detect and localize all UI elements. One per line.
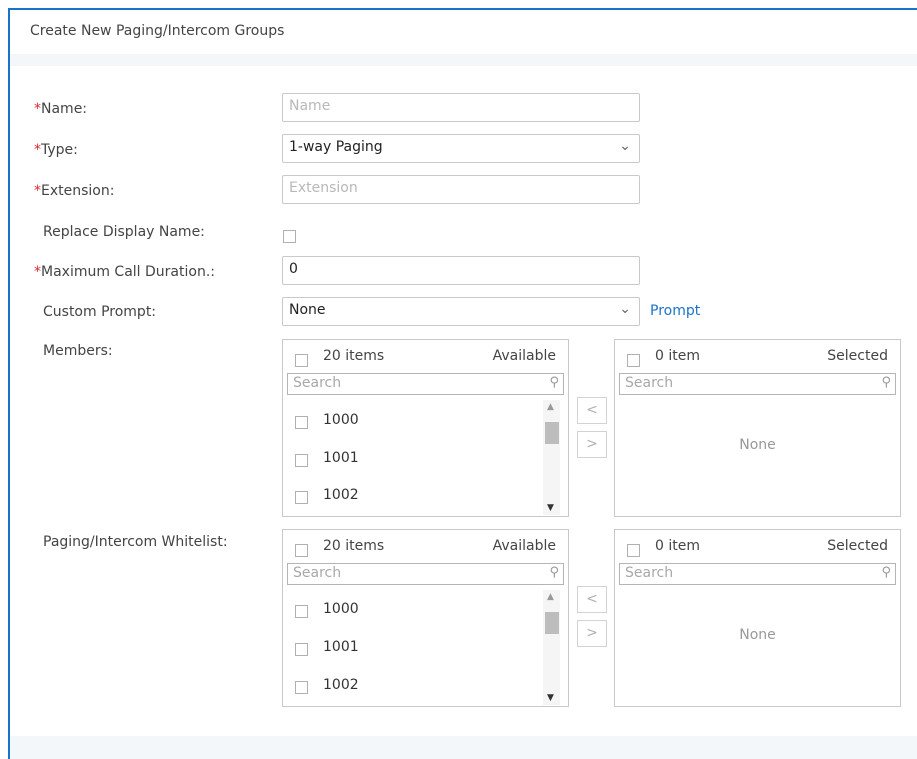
list-item-label: 1000	[323, 412, 359, 428]
whitelist-move-left-button[interactable]: <	[577, 586, 607, 613]
form-panel: *Name: Name *Type: 1-way Paging ⌄ *Exten…	[10, 66, 917, 736]
members-label: Members:	[43, 343, 113, 359]
members-available-title: Available	[492, 348, 556, 364]
whitelist-available-title: Available	[492, 538, 556, 554]
list-item-label: 1001	[323, 450, 359, 466]
whitelist-selected-select-all-checkbox[interactable]	[627, 544, 640, 557]
whitelist-selected-search-input[interactable]: Search ⚲	[619, 563, 896, 585]
custom-prompt-value: None	[289, 302, 326, 318]
required-mark: *	[34, 101, 41, 117]
name-label-text: Name:	[41, 101, 88, 117]
search-placeholder: Search	[293, 375, 342, 391]
replace-display-name-label: Replace Display Name:	[43, 224, 205, 240]
custom-prompt-label: Custom Prompt:	[43, 304, 157, 320]
scroll-down-icon[interactable]: ▼	[547, 503, 554, 513]
required-mark: *	[34, 264, 41, 280]
type-select[interactable]: 1-way Paging ⌄	[282, 134, 640, 163]
type-select-value: 1-way Paging	[289, 139, 383, 155]
extension-label-text: Extension:	[41, 183, 115, 199]
whitelist-available-select-all-checkbox[interactable]	[295, 544, 308, 557]
empty-state: None	[739, 437, 776, 453]
move-right-button[interactable]: >	[577, 431, 607, 458]
page-title: Create New Paging/Intercom Groups	[30, 23, 285, 39]
empty-state: None	[739, 627, 776, 643]
members-available-search-input[interactable]: Search ⚲	[287, 373, 564, 395]
search-icon: ⚲	[549, 375, 559, 390]
scrollbar-thumb[interactable]	[545, 422, 559, 444]
scrollbar[interactable]: ▲ ▼	[543, 590, 560, 705]
search-placeholder: Search	[293, 565, 342, 581]
required-mark: *	[34, 142, 41, 158]
search-icon: ⚲	[881, 375, 891, 390]
required-mark: *	[34, 183, 41, 199]
max-call-duration-input[interactable]: 0	[282, 256, 640, 285]
list-item-label: 1002	[323, 677, 359, 693]
item-checkbox[interactable]	[295, 643, 308, 656]
item-checkbox[interactable]	[295, 454, 308, 467]
replace-display-name-checkbox[interactable]	[283, 230, 296, 243]
chevron-right-icon: >	[586, 436, 598, 452]
chevron-left-icon: <	[586, 402, 598, 418]
search-icon: ⚲	[881, 565, 891, 580]
members-selected-search-input[interactable]: Search ⚲	[619, 373, 896, 395]
whitelist-selected-count: 0 item	[655, 538, 700, 554]
dialog-frame: Create New Paging/Intercom Groups *Name:…	[8, 8, 917, 759]
scroll-up-icon[interactable]: ▲	[547, 402, 554, 412]
dialog-header: Create New Paging/Intercom Groups	[10, 10, 917, 54]
max-call-duration-label: *Maximum Call Duration.:	[34, 264, 215, 280]
prompt-link[interactable]: Prompt	[650, 303, 700, 319]
extension-input[interactable]: Extension	[282, 175, 640, 204]
max-call-duration-value: 0	[289, 261, 298, 277]
item-checkbox[interactable]	[295, 605, 308, 618]
chevron-right-icon: >	[586, 625, 598, 641]
max-call-duration-label-text: Maximum Call Duration.:	[41, 264, 215, 280]
name-label: *Name:	[34, 101, 87, 117]
item-checkbox[interactable]	[295, 491, 308, 504]
whitelist-selected-list: 0 item Selected Search ⚲ None	[614, 529, 901, 707]
whitelist-move-right-button[interactable]: >	[577, 620, 607, 647]
members-selected-title: Selected	[827, 348, 888, 364]
members-available-select-all-checkbox[interactable]	[295, 354, 308, 367]
name-placeholder: Name	[289, 98, 331, 114]
type-label-text: Type:	[41, 142, 78, 158]
move-left-button[interactable]: <	[577, 397, 607, 424]
list-item-label: 1000	[323, 601, 359, 617]
whitelist-label: Paging/Intercom Whitelist:	[43, 534, 228, 550]
scrollbar[interactable]: ▲ ▼	[543, 400, 560, 515]
members-selected-count: 0 item	[655, 348, 700, 364]
chevron-down-icon: ⌄	[619, 138, 631, 154]
chevron-down-icon: ⌄	[619, 301, 631, 317]
list-item-label: 1001	[323, 639, 359, 655]
members-selected-list: 0 item Selected Search ⚲ None	[614, 339, 901, 517]
extension-label: *Extension:	[34, 183, 114, 199]
item-checkbox[interactable]	[295, 416, 308, 429]
search-icon: ⚲	[549, 565, 559, 580]
search-placeholder: Search	[625, 565, 674, 581]
scroll-up-icon[interactable]: ▲	[547, 592, 554, 602]
item-checkbox[interactable]	[295, 681, 308, 694]
custom-prompt-select[interactable]: None ⌄	[282, 297, 640, 326]
name-input[interactable]: Name	[282, 93, 640, 122]
scroll-down-icon[interactable]: ▼	[547, 693, 554, 703]
whitelist-available-count: 20 items	[323, 538, 385, 554]
list-item-label: 1002	[323, 487, 359, 503]
whitelist-selected-title: Selected	[827, 538, 888, 554]
scrollbar-thumb[interactable]	[545, 612, 559, 634]
chevron-left-icon: <	[586, 591, 598, 607]
whitelist-available-search-input[interactable]: Search ⚲	[287, 563, 564, 585]
members-available-count: 20 items	[323, 348, 385, 364]
extension-placeholder: Extension	[289, 180, 358, 196]
search-placeholder: Search	[625, 375, 674, 391]
whitelist-available-list: 20 items Available Search ⚲ 1000 1001 10…	[282, 529, 569, 707]
members-available-list: 20 items Available Search ⚲ 1000 1001 10…	[282, 339, 569, 517]
members-selected-select-all-checkbox[interactable]	[627, 354, 640, 367]
type-label: *Type:	[34, 142, 78, 158]
